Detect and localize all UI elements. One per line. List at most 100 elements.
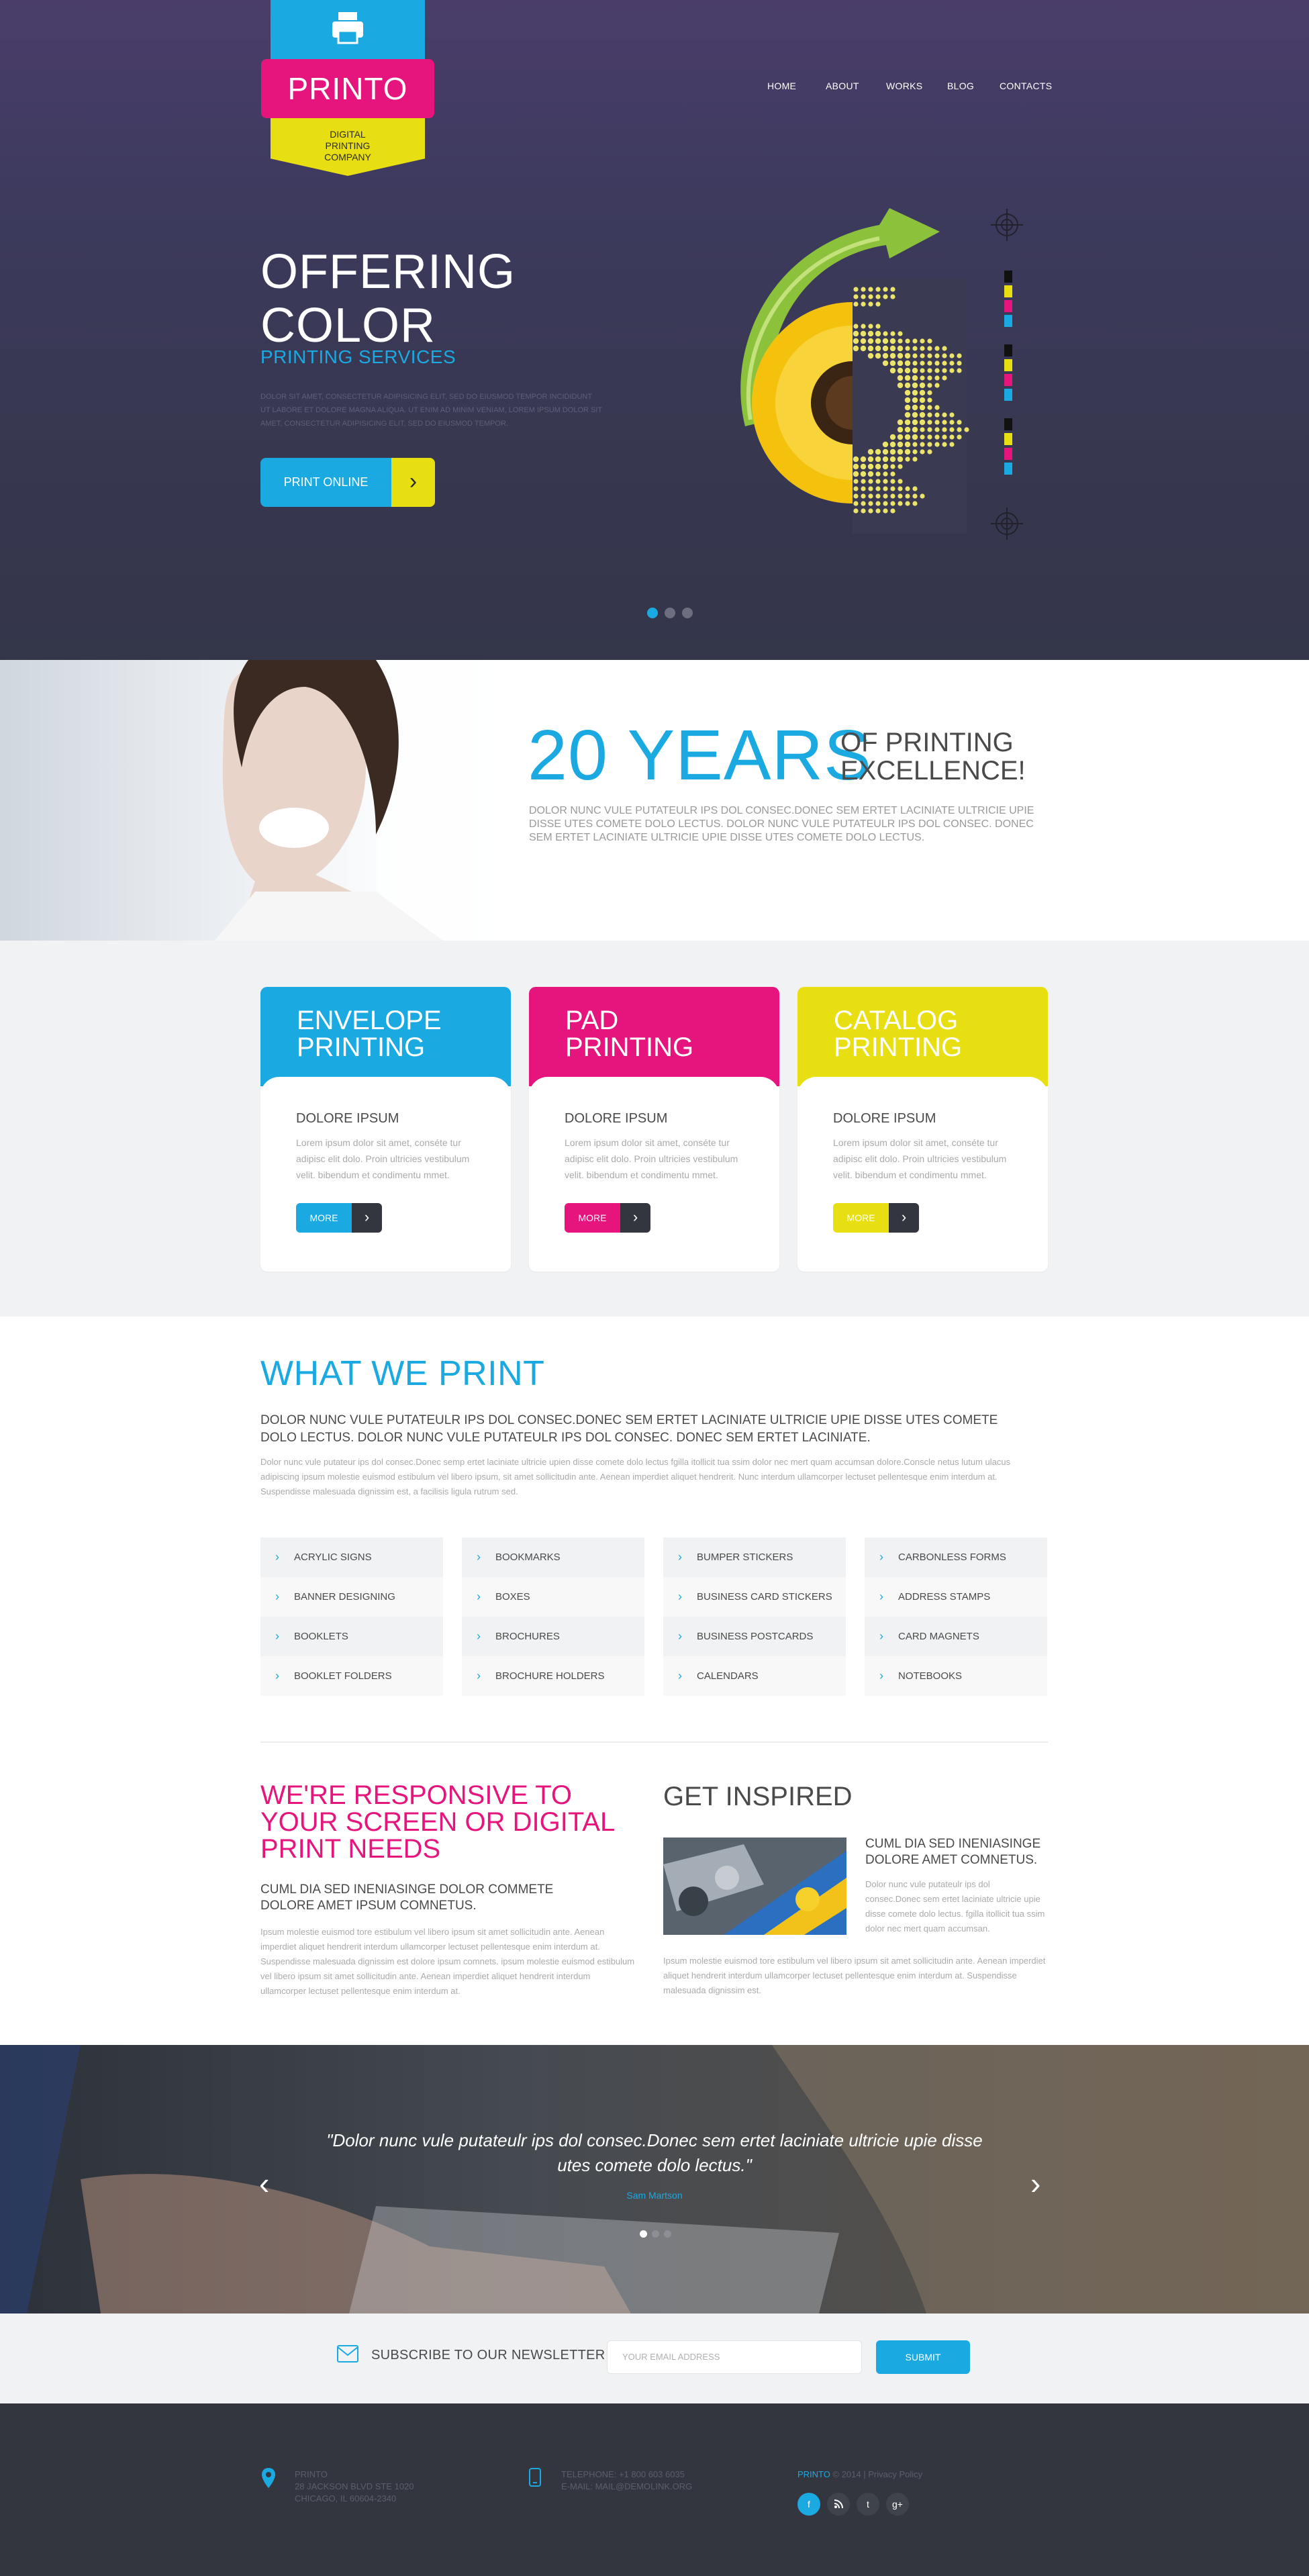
submit-button[interactable]: SUBMIT (876, 2340, 970, 2374)
nav-about[interactable]: ABOUT (826, 81, 859, 91)
privacy-policy-link[interactable]: © 2014 | Privacy Policy (830, 2469, 923, 2479)
list-item[interactable]: › BOOKLETS (260, 1617, 443, 1656)
halftone-dot (861, 501, 866, 506)
halftone-dot (897, 448, 904, 455)
chevron-left-icon[interactable]: ‹ (259, 2165, 269, 2201)
halftone-dot (860, 338, 867, 344)
print-online-button[interactable]: PRINT ONLINE › (260, 458, 435, 507)
halftone-dot (904, 448, 911, 455)
list-item[interactable]: › BANNER DESIGNING (260, 1577, 443, 1617)
halftone-dot (912, 419, 918, 426)
more-button[interactable]: MORE › (296, 1203, 382, 1233)
nav-contacts[interactable]: CONTACTS (1000, 81, 1052, 91)
list-item[interactable]: › BUMPER STICKERS (663, 1537, 846, 1577)
halftone-dot (904, 389, 911, 396)
list-item[interactable]: › BUSINESS POSTCARDS (663, 1617, 846, 1656)
halftone-dot (898, 479, 903, 484)
halftone-dot (934, 412, 940, 418)
list-item[interactable]: › CALENDARS (663, 1656, 846, 1696)
facebook-icon[interactable]: f (797, 2493, 820, 2516)
halftone-dot (867, 330, 874, 337)
list-item[interactable]: › ACRYLIC SIGNS (260, 1537, 443, 1577)
halftone-dot (964, 427, 969, 432)
list-item[interactable]: › BROCHURES (462, 1617, 644, 1656)
service-card-header: ENVELOPE PRINTING (260, 987, 511, 1096)
logo[interactable]: PRINTO DIGITAL PRINTING COMPANY (261, 0, 434, 176)
slider-dot[interactable] (665, 608, 675, 618)
halftone-dot (868, 493, 873, 499)
rss-icon[interactable] (827, 2493, 850, 2516)
chevron-right-icon: › (477, 1629, 481, 1643)
slider-dot[interactable] (640, 2230, 647, 2238)
halftone-dot (934, 442, 940, 447)
more-button[interactable]: MORE › (565, 1203, 650, 1233)
halftone-dot (897, 456, 904, 463)
list-item[interactable]: › CARBONLESS FORMS (865, 1537, 1047, 1577)
list-item[interactable]: › BOOKMARKS (462, 1537, 644, 1577)
nav-works[interactable]: WORKS (886, 81, 922, 91)
halftone-dot (860, 471, 867, 477)
logo-print-area (271, 0, 425, 64)
halftone-dot (889, 404, 896, 411)
chevron-right-icon[interactable]: › (1030, 2165, 1040, 2201)
list-item[interactable]: › NOTEBOOKS (865, 1656, 1047, 1696)
more-button[interactable]: MORE › (833, 1203, 919, 1233)
testimonial-slider-dots[interactable] (640, 2229, 676, 2241)
halftone-dot (853, 493, 859, 499)
hero-slider-dots[interactable] (647, 608, 699, 622)
halftone-dot (927, 338, 932, 344)
halftone-dot (853, 479, 859, 484)
halftone-dot (898, 486, 903, 491)
list-item-label: BOOKMARKS (495, 1552, 561, 1563)
halftone-dot (875, 360, 881, 367)
list-item[interactable]: › ADDRESS STAMPS (865, 1577, 1047, 1617)
nav-home[interactable]: HOME (767, 81, 796, 91)
google-plus-icon[interactable]: g+ (886, 2493, 909, 2516)
halftone-dot (912, 397, 918, 403)
print-products-column: › ACRYLIC SIGNS › BANNER DESIGNING › BOOKLETS… (260, 1537, 443, 1696)
halftone-dot (927, 449, 932, 455)
slider-dot[interactable] (682, 608, 693, 618)
nav-blog[interactable]: BLOG (947, 81, 974, 91)
list-item-label: BOXES (495, 1591, 530, 1603)
slider-dot[interactable] (652, 2230, 659, 2238)
print-online-label: PRINT ONLINE (283, 475, 369, 489)
list-item[interactable]: › BOXES (462, 1577, 644, 1617)
halftone-dot (927, 361, 932, 366)
halftone-dot (889, 375, 896, 381)
halftone-dot (882, 367, 889, 374)
halftone-dot (942, 412, 947, 418)
list-item[interactable]: › BUSINESS CARD STICKERS (663, 1577, 846, 1617)
list-item[interactable]: › BOOKLET FOLDERS (260, 1656, 443, 1696)
halftone-dot (868, 294, 873, 299)
printing-press-image[interactable] (663, 1838, 846, 1935)
what-we-print-lead: DOLOR NUNC VULE PUTATEULR IPS DOL CONSEC… (260, 1413, 998, 1445)
slider-dot[interactable] (664, 2230, 671, 2238)
footer-address: PRINTO 28 JACKSON BLVD STE 1020 CHICAGO,… (295, 2469, 414, 2505)
slider-dot[interactable] (647, 608, 658, 618)
halftone-dot (853, 471, 859, 477)
halftone-dot (957, 368, 962, 373)
halftone-dot (927, 383, 932, 388)
halftone-dot (905, 486, 910, 491)
testimonial-quote-line1: "Dolor nunc vule putateulr ips dol conse… (326, 2130, 983, 2150)
list-item[interactable]: › CARD MAGNETS (865, 1617, 1047, 1656)
halftone-dot (905, 346, 910, 351)
chevron-right-icon: › (477, 1550, 481, 1564)
halftone-dot (912, 389, 918, 396)
twitter-icon[interactable]: t (857, 2493, 879, 2516)
testimonial-author[interactable]: Sam Martson (0, 2190, 1309, 2201)
footer-email[interactable]: E-MAIL: MAIL@DEMOLINK.ORG (561, 2481, 692, 2493)
halftone-dot (875, 456, 881, 463)
list-item[interactable]: › BROCHURE HOLDERS (462, 1656, 644, 1696)
hero-title: OFFERING COLOR (260, 245, 663, 352)
halftone-dot (882, 463, 889, 470)
halftone-dot (927, 420, 932, 425)
halftone-dot (883, 508, 888, 514)
print-products-column: › BUMPER STICKERS › BUSINESS CARD STICKERS ›… (663, 1537, 846, 1696)
email-input[interactable]: YOUR EMAIL ADDRESS (607, 2340, 862, 2374)
halftone-dot (927, 375, 932, 381)
list-item-label: BUMPER STICKERS (697, 1552, 793, 1563)
halftone-dot (875, 471, 881, 477)
halftone-dot (912, 486, 918, 491)
